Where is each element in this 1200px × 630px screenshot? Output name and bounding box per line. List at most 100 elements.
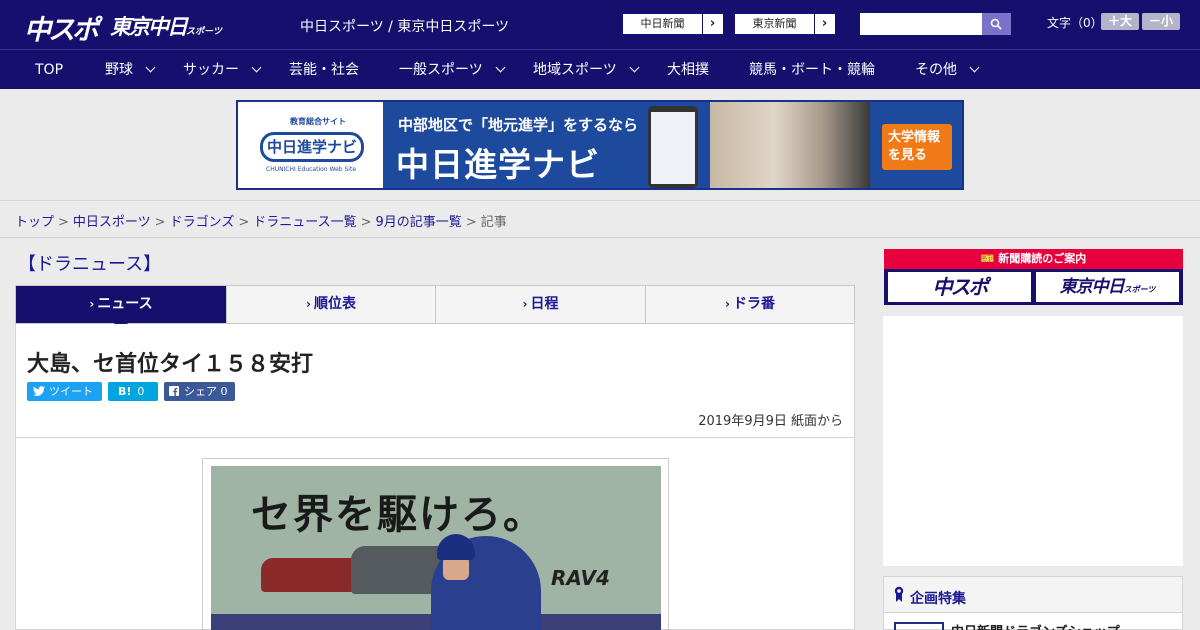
breadcrumb-link-september[interactable]: 9月の記事一覧: [376, 215, 462, 230]
breadcrumb-separator: >: [238, 215, 250, 230]
phone-image: [648, 106, 698, 188]
breadcrumb-separator: >: [360, 215, 372, 230]
chunichi-shimbun-link[interactable]: 中日新聞 ›: [622, 13, 724, 35]
article: 大島、セ首位タイ１５８安打 ツイート B! 0 シェア 0 2019年9月9日 紙…: [15, 324, 855, 630]
breadcrumb-separator: >: [465, 215, 477, 230]
main-nav: TOP 野球 サッカー 芸能・社会 一般スポーツ 地域スポーツ 大相撲 競馬・ボ…: [0, 49, 1200, 89]
tokyo-chunichi-logo-text: 東京中日: [110, 15, 188, 39]
nav-item-label: 地域スポーツ: [533, 62, 617, 78]
breadcrumb-link-dragons[interactable]: ドラゴンズ: [170, 215, 235, 230]
tab-label: 日程: [530, 296, 559, 312]
nav-item-racing[interactable]: 競馬・ボート・競輪: [749, 50, 875, 90]
article-photo-frame: セ界を駆けろ。 RAV4: [202, 458, 669, 630]
banner-logo-sub: CHUNICHI Education Web Site: [266, 166, 357, 173]
chevron-right-icon: ›: [725, 297, 730, 311]
facebook-icon: [169, 386, 179, 396]
ribbon-icon: [894, 586, 904, 602]
banner-logo-panel: 教育総合サイト 中日進学ナビ CHUNICHI Education Web Si…: [238, 102, 383, 188]
banner-cta-button[interactable]: 大学情報を見る: [882, 124, 952, 170]
dragons-tabs: › ニュース › 順位表 › 日程 › ドラ番: [15, 285, 855, 331]
nav-item-sumo[interactable]: 大相撲: [667, 50, 709, 90]
photo-car-text: RAV4: [551, 566, 610, 590]
font-size-label: 文字（0）: [1047, 16, 1103, 30]
article-photo[interactable]: セ界を駆けろ。 RAV4: [211, 466, 661, 630]
breadcrumb-bar: トップ > 中日スポーツ > ドラゴンズ > ドラニュース一覧 >9月の記事一覧 > 記事: [0, 200, 1200, 238]
banner-tagline: 中部地区で「地元進学」をするなら: [398, 116, 639, 134]
hatena-bookmark-button[interactable]: B! 0: [108, 382, 158, 401]
search-icon: [990, 18, 1002, 30]
breadcrumb-link-chunichi-sports[interactable]: 中日スポーツ: [73, 215, 151, 230]
tokyo-chunichi-logo-small: スポーツ: [186, 27, 222, 37]
subscribe-tokyo-chunichi-text: 東京中日: [1059, 277, 1125, 297]
nav-item-label: 競馬・ボート・競輪: [749, 62, 875, 78]
chevron-down-icon: [629, 62, 640, 73]
tab-news[interactable]: › ニュース: [16, 286, 227, 331]
nav-item-general-sports[interactable]: 一般スポーツ: [399, 50, 506, 90]
twitter-icon: [33, 386, 45, 396]
facebook-share-button[interactable]: シェア 0: [164, 382, 235, 401]
phone-screen: [651, 112, 695, 184]
tokyo-shimbun-label: 東京新聞: [735, 14, 815, 34]
photo-billboard-text: セ界を駆けろ。: [251, 492, 545, 538]
chevron-right-icon: ›: [522, 297, 528, 311]
nav-item-local-sports[interactable]: 地域スポーツ: [533, 50, 640, 90]
font-larger-button[interactable]: ＋大: [1101, 13, 1139, 30]
site-name: 中日スポーツ / 東京中日スポーツ: [300, 19, 510, 35]
font-smaller-button[interactable]: －小: [1142, 13, 1180, 30]
tweet-label: ツイート: [49, 385, 93, 398]
tab-standings[interactable]: › 順位表: [227, 286, 436, 323]
chevron-right-icon: ›: [306, 297, 311, 311]
nav-item-label: 一般スポーツ: [399, 62, 483, 78]
tokyo-shimbun-link[interactable]: 東京新聞 ›: [734, 13, 836, 35]
tab-schedule[interactable]: › 日程: [436, 286, 646, 323]
nav-item-other[interactable]: その他: [915, 50, 980, 90]
feature-item-link[interactable]: 中日新聞ドラゴンズショップ: [951, 621, 1120, 630]
article-divider: [16, 437, 854, 438]
search-input[interactable]: [860, 13, 982, 35]
chevron-down-icon: [251, 62, 262, 73]
tweet-button[interactable]: ツイート: [27, 382, 102, 401]
nav-item-top[interactable]: TOP: [35, 50, 63, 90]
ticket-icon: 🎫: [980, 252, 999, 265]
chevron-right-icon: ›: [821, 16, 828, 31]
breadcrumb-link-top[interactable]: トップ: [15, 215, 54, 230]
subscription-banner[interactable]: 🎫 新聞購読のご案内 中スポ 東京中日スポーツ: [884, 249, 1183, 305]
subscribe-chuspo[interactable]: 中スポ: [888, 272, 1031, 302]
shingaku-navi-banner[interactable]: 教育総合サイト 中日進学ナビ CHUNICHI Education Web Si…: [236, 100, 964, 190]
search-button[interactable]: [982, 13, 1011, 35]
top-header: 中スポ 東京中日スポーツ 中日スポーツ / 東京中日スポーツ 中日新聞 › 東京…: [0, 0, 1200, 49]
tab-label: ドラ番: [732, 296, 775, 312]
nav-item-label: 芸能・社会: [289, 62, 359, 78]
chuspo-logo[interactable]: 中スポ: [24, 8, 99, 47]
hatena-b-icon: B!: [118, 385, 132, 398]
chevron-right-icon: ›: [89, 297, 95, 311]
nav-item-entertainment[interactable]: 芸能・社会: [289, 50, 359, 90]
subscribe-tokyo-chunichi[interactable]: 東京中日スポーツ: [1036, 272, 1179, 302]
tab-doraban[interactable]: › ドラ番: [646, 286, 854, 323]
banner-logo: 中日進学ナビ: [260, 132, 364, 162]
students-photo: [710, 102, 870, 188]
feature-thumbnail[interactable]: [894, 622, 944, 630]
nav-item-soccer[interactable]: サッカー: [183, 50, 262, 90]
banner-area: 教育総合サイト 中日進学ナビ CHUNICHI Education Web Si…: [0, 89, 1200, 200]
nav-item-baseball[interactable]: 野球: [105, 50, 156, 90]
facebook-share-label: シェア 0: [184, 385, 228, 398]
nav-item-label: サッカー: [183, 62, 239, 78]
chevron-down-icon: [495, 62, 506, 73]
nav-item-label: 野球: [105, 62, 133, 78]
banner-headline: 中日進学ナビ: [396, 145, 600, 184]
breadcrumb: トップ > 中日スポーツ > ドラゴンズ > ドラニュース一覧 >9月の記事一覧 > 記事: [15, 211, 507, 230]
chevron-right-icon: ›: [709, 16, 716, 31]
nav-item-label: 大相撲: [667, 62, 709, 78]
breadcrumb-link-dora-news[interactable]: ドラニュース一覧: [253, 215, 356, 230]
chunichi-shimbun-label: 中日新聞: [623, 14, 703, 34]
nav-item-label: その他: [915, 62, 957, 78]
feature-box: 企画特集 中日新聞ドラゴンズショップ: [883, 576, 1183, 630]
subscribe-tokyo-chunichi-small: スポーツ: [1123, 285, 1156, 294]
sidebar-ad[interactable]: [883, 316, 1183, 566]
section-title: 【ドラニュース】: [18, 254, 162, 275]
tokyo-chunichi-logo[interactable]: 東京中日スポーツ: [110, 11, 222, 41]
subscription-head-text: 新聞購読のご案内: [998, 252, 1087, 265]
breadcrumb-separator: >: [154, 215, 166, 230]
subscription-head: 🎫 新聞購読のご案内: [884, 249, 1183, 269]
